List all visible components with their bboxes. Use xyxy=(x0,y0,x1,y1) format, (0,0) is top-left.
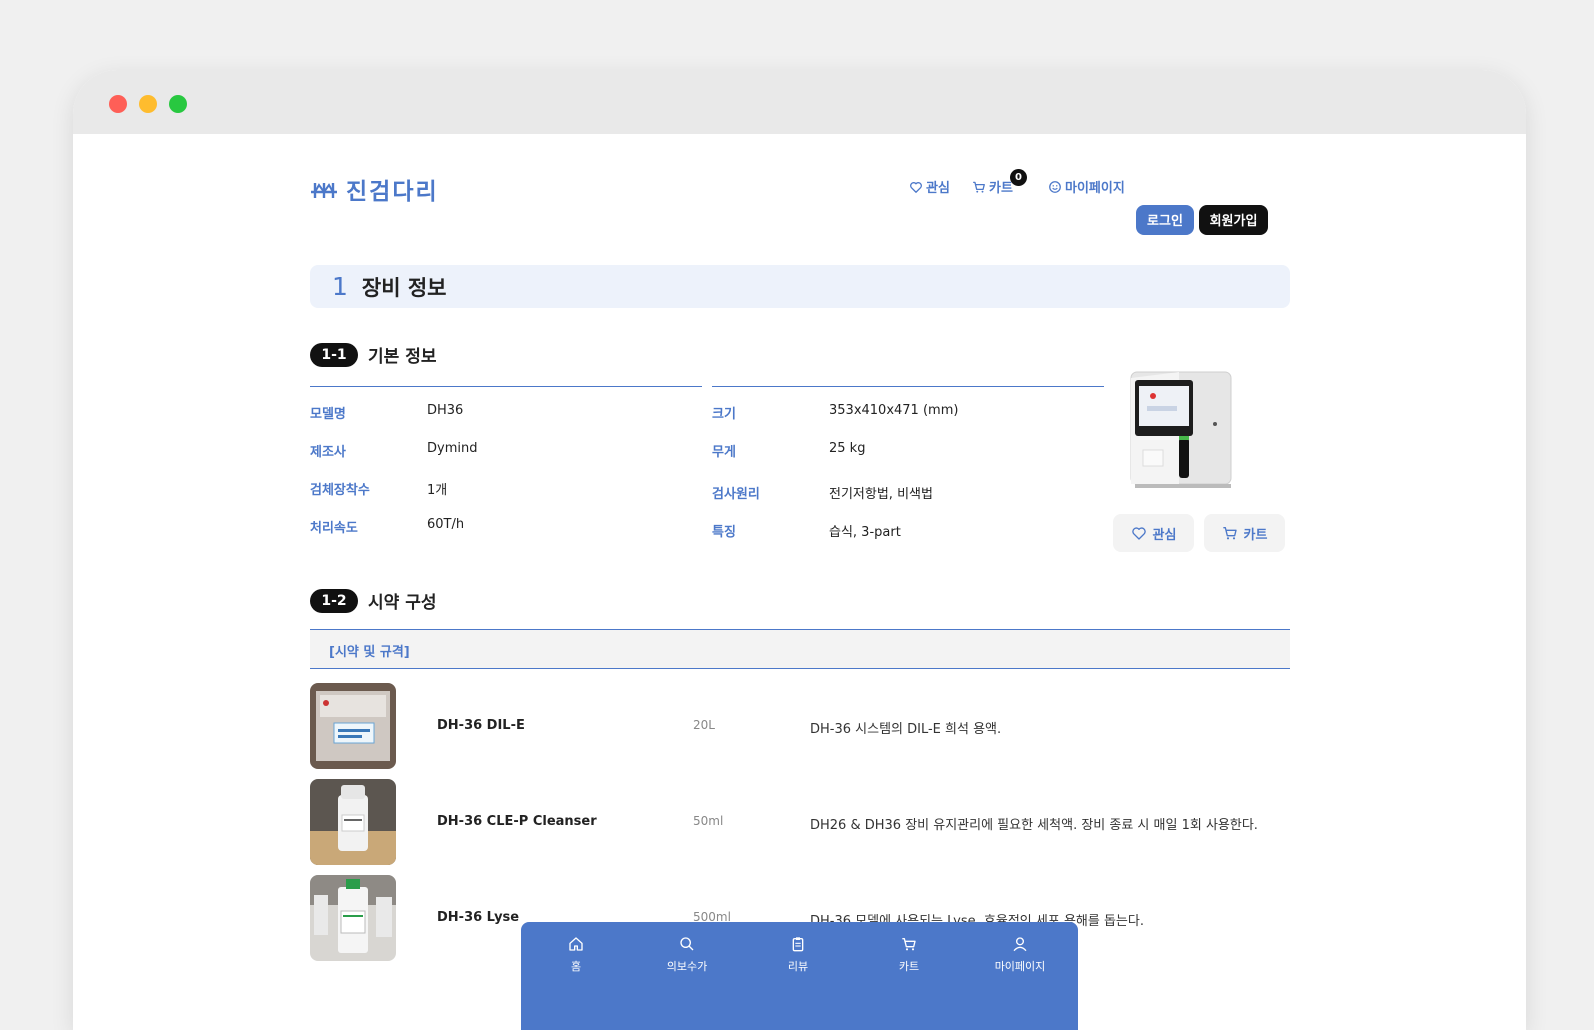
basic-info-heading: 1-1 기본 정보 xyxy=(310,342,436,367)
basic-info-left-column: 모델명 DH36 제조사 Dymind 검체장착수 1개 처리속도 60T/h xyxy=(310,386,702,536)
reagent-size: 20L xyxy=(693,718,715,732)
bottom-nav-cart[interactable]: 카트 xyxy=(869,936,949,974)
minimize-window-button[interactable] xyxy=(139,95,157,113)
nav-mypage-label: 마이페이지 xyxy=(1065,181,1125,196)
user-icon xyxy=(1013,937,1027,952)
info-label: 모델명 xyxy=(310,407,346,422)
info-value: 1개 xyxy=(427,483,448,498)
reagent-name: DH-36 Lyse xyxy=(437,910,520,925)
equipment-wishlist-button[interactable]: 관심 xyxy=(1113,514,1194,552)
nav-wishlist-link[interactable]: 관심 xyxy=(909,177,950,196)
reagents-title: 시약 구성 xyxy=(368,593,437,613)
nav-cart-label: 카트 xyxy=(989,181,1013,196)
reagent-thumbnail xyxy=(310,683,396,769)
info-value: 60T/h xyxy=(427,517,465,532)
header-nav: 관심 카트 0 마이페이지 로그인 회원가입 xyxy=(73,169,1526,235)
page-content: 진검다리 관심 카트 0 마이페이지 로그인 회원가입 1 장비 정보 1-1 … xyxy=(73,134,1526,1030)
reagents-table-header-label: [시약 및 규격] xyxy=(329,645,410,660)
reagent-thumbnail xyxy=(310,779,396,865)
smile-icon xyxy=(1049,180,1061,193)
reagent-size: 50ml xyxy=(693,814,724,828)
reagent-name: DH-36 DIL-E xyxy=(437,718,525,733)
info-label: 특징 xyxy=(712,525,736,540)
bottom-nav-label: 리뷰 xyxy=(787,960,809,973)
bottom-nav-mypage[interactable]: 마이페이지 xyxy=(980,936,1060,974)
browser-window: 진검다리 관심 카트 0 마이페이지 로그인 회원가입 1 장비 정보 1-1 … xyxy=(73,70,1526,1030)
reagent-row[interactable]: DH-36 CLE-P Cleanser 50ml DH26 & DH36 장비… xyxy=(310,779,1290,865)
bottom-nav-reviews[interactable]: 리뷰 xyxy=(758,936,838,974)
info-value: 습식, 3-part xyxy=(829,525,901,540)
cart-count-badge: 0 xyxy=(1009,169,1027,186)
info-value: DH36 xyxy=(427,403,464,418)
bottom-nav-home[interactable]: 홈 xyxy=(536,936,616,974)
equipment-cart-label: 카트 xyxy=(1243,527,1268,543)
reagents-badge: 1-2 xyxy=(310,588,358,613)
signup-button[interactable]: 회원가입 xyxy=(1199,205,1268,235)
info-label: 검체장착수 xyxy=(310,483,370,498)
info-label: 크기 xyxy=(712,407,736,422)
login-button[interactable]: 로그인 xyxy=(1136,205,1194,235)
info-value: 353x410x471 (mm) xyxy=(829,403,959,418)
info-label: 처리속도 xyxy=(310,521,358,536)
bottom-nav-label: 카트 xyxy=(898,960,920,973)
maximize-window-button[interactable] xyxy=(169,95,187,113)
home-icon xyxy=(569,937,583,951)
heart-icon xyxy=(1131,527,1146,540)
nav-mypage-link[interactable]: 마이페이지 xyxy=(1048,177,1125,196)
search-icon xyxy=(680,937,694,951)
info-label: 제조사 xyxy=(310,445,346,460)
section-title: 장비 정보 xyxy=(361,275,447,300)
reagent-thumbnail xyxy=(310,875,396,961)
cart-icon xyxy=(902,938,916,951)
info-value: Dymind xyxy=(427,441,478,456)
equipment-image xyxy=(1130,371,1232,488)
nav-cart-link[interactable]: 카트 0 xyxy=(972,169,1027,196)
reagents-heading: 1-2 시약 구성 xyxy=(310,588,436,613)
info-label: 검사원리 xyxy=(712,487,760,502)
bottom-nav-fees[interactable]: 의보수가 xyxy=(647,936,727,974)
cart-icon xyxy=(1222,527,1237,540)
basic-info-title: 기본 정보 xyxy=(368,347,437,367)
reagent-row[interactable]: DH-36 DIL-E 20L DH-36 시스템의 DIL-E 희석 용액. xyxy=(310,683,1290,769)
close-window-button[interactable] xyxy=(109,95,127,113)
reagent-description: DH26 & DH36 장비 유지관리에 필요한 세척액. 장비 종료 시 매일… xyxy=(810,818,1258,833)
reagent-name: DH-36 CLE-P Cleanser xyxy=(437,814,597,829)
heart-icon xyxy=(910,181,922,193)
cart-icon xyxy=(973,181,985,193)
reagent-description: DH-36 시스템의 DIL-E 희석 용액. xyxy=(810,722,1002,737)
basic-info-badge: 1-1 xyxy=(310,342,358,367)
section-number: 1 xyxy=(332,272,348,301)
bottom-navigation: 홈 의보수가 리뷰 카트 마이페이지 xyxy=(521,922,1078,1030)
nav-wishlist-label: 관심 xyxy=(926,181,950,196)
info-value: 전기저항법, 비색법 xyxy=(829,487,933,502)
bottom-nav-label: 홈 xyxy=(570,960,582,973)
equipment-wishlist-label: 관심 xyxy=(1152,527,1177,543)
reagents-table-header: [시약 및 규격] xyxy=(310,629,1290,669)
basic-info-right-column: 크기 353x410x471 (mm) 무게 25 kg 검사원리 전기저항법,… xyxy=(712,386,1104,540)
equipment-cart-button[interactable]: 카트 xyxy=(1204,514,1285,552)
window-titlebar xyxy=(73,70,1526,134)
info-label: 무게 xyxy=(712,445,736,460)
bottom-nav-label: 의보수가 xyxy=(666,960,708,973)
clipboard-icon xyxy=(792,937,804,952)
section-header: 1 장비 정보 xyxy=(310,265,1290,308)
info-value: 25 kg xyxy=(829,441,866,456)
bottom-nav-label: 마이페이지 xyxy=(994,960,1046,973)
